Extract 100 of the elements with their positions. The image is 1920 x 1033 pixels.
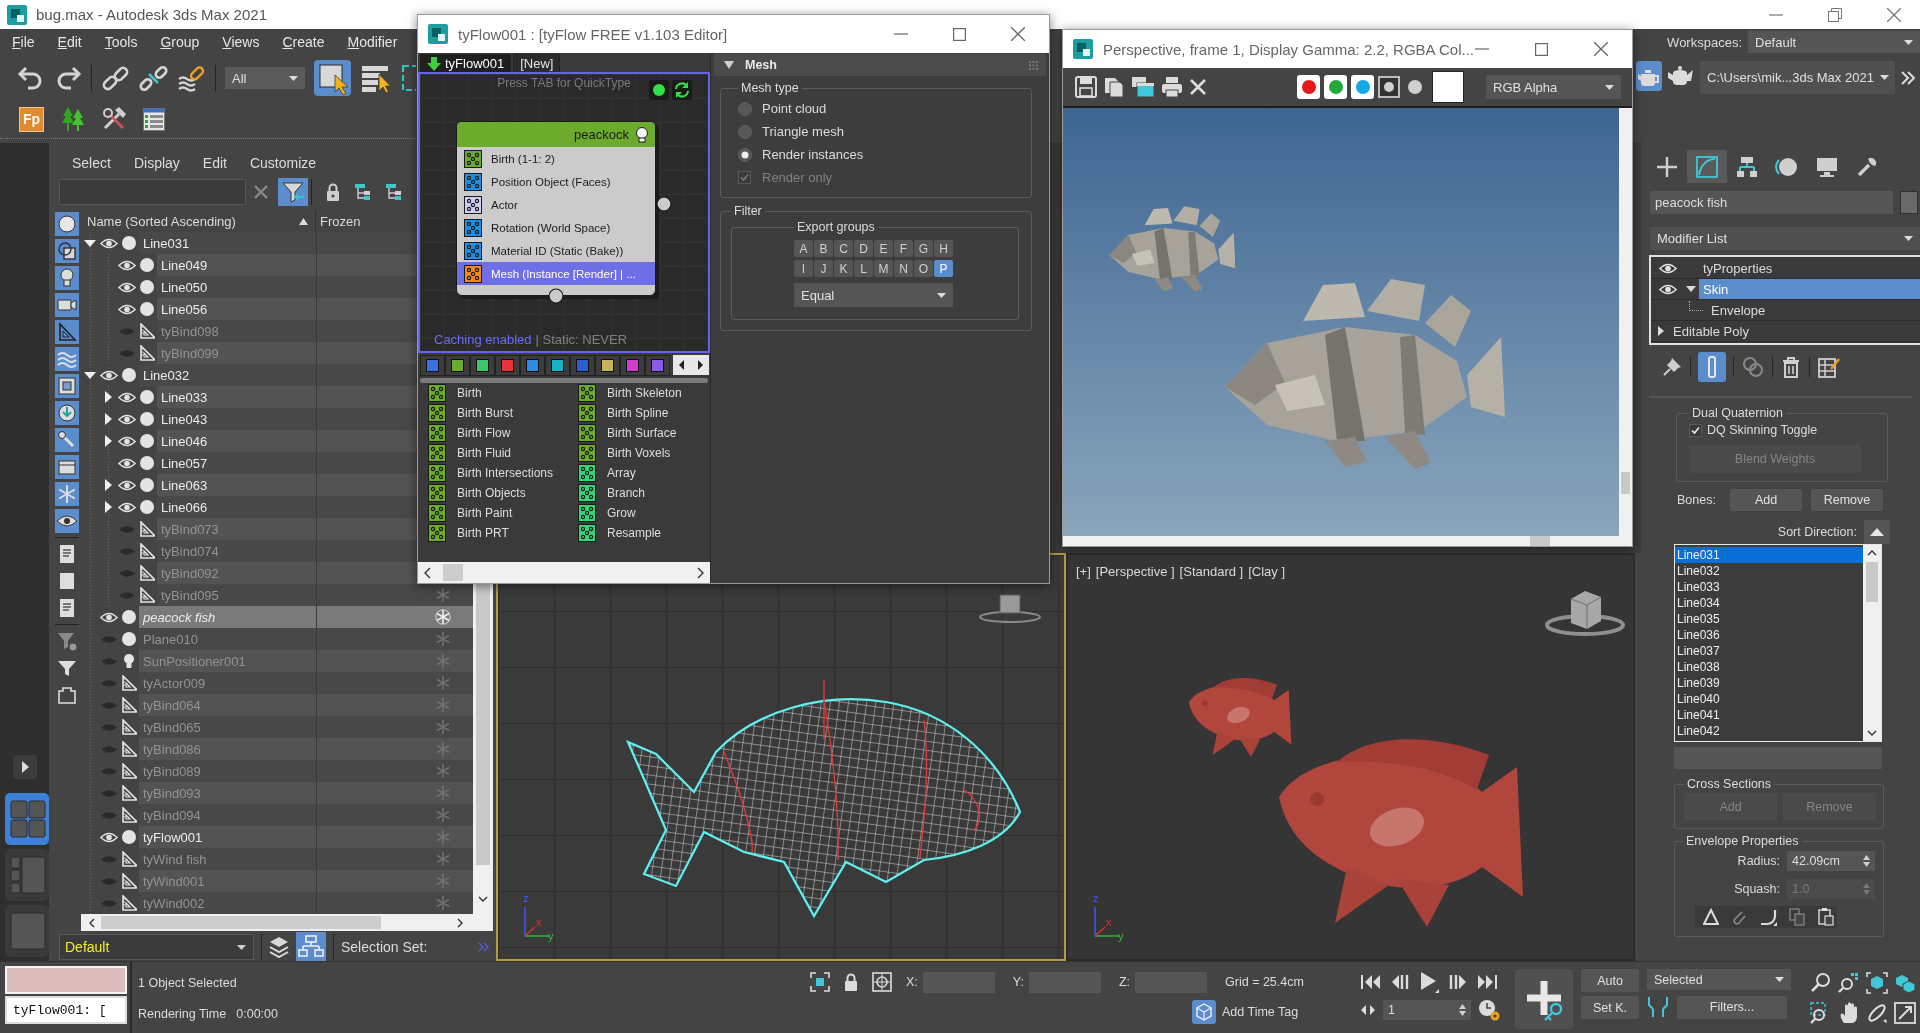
layers-icon[interactable] — [269, 936, 289, 958]
bulb-icon[interactable] — [635, 126, 649, 143]
bone-item[interactable]: Line037 — [1675, 643, 1863, 659]
letter-toggle[interactable]: J — [814, 260, 833, 277]
scrollbar-thumb[interactable] — [101, 916, 381, 929]
broken-link-icon[interactable] — [139, 63, 168, 93]
chevron-left-icon[interactable] — [89, 917, 95, 928]
chevron-left-icon[interactable] — [424, 566, 431, 579]
lock-icon[interactable] — [844, 973, 858, 991]
sphere-icon[interactable] — [55, 212, 79, 236]
operator-item[interactable]: Birth Surface — [578, 423, 704, 443]
category-tab[interactable] — [495, 354, 520, 376]
operator-row[interactable]: Birth (1-1: 2) — [457, 147, 655, 170]
letter-toggle[interactable]: F — [894, 240, 913, 257]
waves-icon[interactable] — [55, 347, 79, 371]
letter-toggle[interactable]: B — [814, 240, 833, 257]
scrollbar-thumb[interactable] — [476, 584, 490, 865]
set-key-button[interactable]: Set K. — [1581, 996, 1639, 1019]
scrollbar-thumb[interactable] — [443, 564, 463, 581]
category-tab[interactable] — [420, 354, 445, 376]
shapes-icon[interactable] — [55, 239, 79, 263]
close-icon[interactable] — [1887, 7, 1901, 22]
cubes-icon[interactable] — [1894, 972, 1916, 994]
category-tab[interactable] — [470, 354, 495, 376]
object-name[interactable]: Line066 — [157, 496, 316, 518]
orbit-icon[interactable] — [1866, 1002, 1888, 1024]
operator-item[interactable]: Birth Objects — [428, 483, 578, 503]
operator-item[interactable]: Array — [578, 463, 704, 483]
modifier-entry[interactable]: Editable Poly — [1669, 321, 1920, 341]
eye-icon[interactable] — [100, 830, 118, 844]
bone-item[interactable]: Line036 — [1675, 627, 1863, 643]
trash-icon[interactable] — [1780, 354, 1802, 379]
viewport-menu-label[interactable]: [Perspective ] — [1095, 564, 1175, 579]
cross-icon[interactable] — [1189, 78, 1207, 96]
radio-icon[interactable] — [738, 147, 752, 162]
menu-item[interactable]: Select — [72, 155, 111, 171]
triangle-icon[interactable] — [1686, 286, 1696, 292]
object-name[interactable]: peacock fish — [139, 606, 316, 628]
tab[interactable] — [1687, 150, 1727, 183]
operator-item[interactable]: Birth Skeleton — [578, 383, 704, 403]
operator-row[interactable]: Position Object (Faces) — [457, 170, 655, 193]
object-name[interactable]: Line043 — [157, 408, 316, 430]
letter-toggle[interactable]: H — [934, 240, 953, 257]
operator-item[interactable]: Birth PRT — [428, 523, 578, 543]
bone-item[interactable]: Line035 — [1675, 611, 1863, 627]
radio-button[interactable]: Render instances — [738, 143, 1023, 166]
letter-toggle[interactable]: E — [874, 240, 893, 257]
funnel-icon[interactable] — [278, 178, 308, 206]
tree-view-icon[interactable] — [385, 183, 402, 201]
menu-item[interactable]: Customize — [249, 155, 317, 171]
mode-dropdown[interactable]: Equal — [794, 283, 953, 307]
vertical-scrollbar[interactable] — [1619, 108, 1632, 536]
go-end-icon[interactable] — [1476, 973, 1498, 991]
refresh-icon[interactable] — [672, 80, 692, 100]
operator-item[interactable]: Grow — [578, 503, 704, 523]
port-icon[interactable] — [548, 288, 564, 304]
viewport-menu-label[interactable]: [+] — [1076, 564, 1091, 579]
spinner-arrows-icon[interactable] — [1459, 1004, 1466, 1016]
eye-icon[interactable] — [118, 258, 136, 272]
menu-item[interactable]: File — [12, 34, 35, 50]
lock-icon[interactable] — [326, 183, 340, 201]
object-name[interactable]: Line049 — [157, 254, 316, 276]
operator-item[interactable]: Birth — [428, 383, 578, 403]
auto-key-button[interactable]: Auto — [1581, 969, 1639, 992]
menu-item[interactable]: Edit — [57, 34, 82, 50]
vertical-scrollbar[interactable] — [1863, 545, 1881, 741]
menu-item[interactable]: Views — [222, 34, 260, 50]
horizontal-scrollbar[interactable] — [81, 914, 493, 931]
letter-toggle[interactable]: C — [834, 240, 853, 257]
radio-button[interactable]: Point cloud — [738, 97, 1023, 120]
channel-dropdown[interactable]: RGB Alpha — [1486, 75, 1621, 99]
printer-icon[interactable] — [1161, 76, 1183, 98]
paperclip-icon[interactable] — [1731, 908, 1747, 926]
vertical-scrollbar[interactable] — [473, 584, 493, 914]
channel-toggle[interactable] — [1297, 75, 1320, 99]
curve-icon[interactable] — [1759, 908, 1777, 926]
operator-item[interactable]: Birth Paint — [428, 503, 578, 523]
horizontal-scrollbar[interactable] — [420, 378, 708, 383]
letter-toggle[interactable]: K — [834, 260, 853, 277]
viewport-menu-label[interactable]: [Clay ] — [1248, 564, 1286, 579]
download-icon[interactable] — [55, 401, 79, 425]
category-tab[interactable] — [620, 354, 645, 376]
bone-item[interactable]: Line038 — [1675, 659, 1863, 675]
checkbox[interactable]: DQ Skinning Toggle — [1689, 420, 1879, 440]
waves-link-icon[interactable] — [177, 63, 206, 93]
eye-icon[interactable] — [100, 368, 118, 382]
triangle-icon[interactable] — [84, 239, 96, 247]
teapot-icon[interactable] — [1636, 61, 1662, 91]
spinner-arrows-icon[interactable] — [1863, 855, 1870, 867]
channel-toggle[interactable] — [1351, 75, 1374, 99]
menu-item[interactable]: Edit — [202, 155, 227, 171]
operator-item[interactable]: Birth Intersections — [428, 463, 578, 483]
chevron-up-icon[interactable] — [1867, 550, 1877, 556]
color-swatch[interactable] — [1900, 191, 1918, 214]
bone-item[interactable]: Line042 — [1675, 723, 1863, 739]
crosshair-icon[interactable] — [872, 972, 892, 992]
scrollbar-thumb[interactable] — [1866, 562, 1878, 602]
operator-row[interactable]: Rotation (World Space) — [457, 216, 655, 239]
play-icon[interactable] — [1418, 971, 1440, 993]
viewport[interactable]: z x y — [496, 553, 1066, 961]
